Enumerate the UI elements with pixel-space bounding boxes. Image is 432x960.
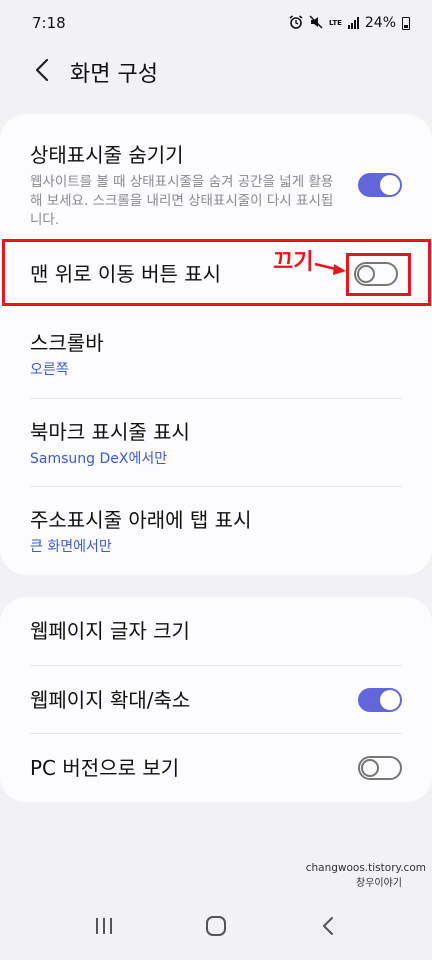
setting-scrollbar[interactable]: 스크롤바 오른쪽 <box>0 314 432 394</box>
setting-title: 상태표시줄 숨기기 <box>30 142 184 167</box>
annotation-arrow-icon <box>314 260 348 280</box>
system-back-button[interactable] <box>298 906 358 950</box>
recent-apps-icon <box>94 917 114 939</box>
navigation-bar <box>0 896 432 960</box>
watermark-name: 창우이야기 <box>356 878 402 889</box>
hide-status-bar-toggle[interactable] <box>358 173 402 197</box>
setting-pc-version[interactable]: PC 버전으로 보기 <box>0 734 432 801</box>
setting-value: Samsung DeX에서만 <box>30 450 168 467</box>
back-icon <box>322 916 334 940</box>
settings-card-display: 상태표시줄 숨기기 웹사이트를 볼 때 상태표시줄을 숨겨 공간을 넓게 활용해… <box>0 114 432 575</box>
chevron-left-icon <box>35 58 49 86</box>
signal-icon <box>347 17 359 29</box>
setting-value: 큰 화면에서만 <box>30 538 112 555</box>
setting-title: 스크롤바 <box>30 330 104 355</box>
pc-version-toggle[interactable] <box>358 755 402 780</box>
toggle-knob <box>380 175 400 195</box>
setting-title: 북마크 표시줄 표시 <box>30 419 190 444</box>
back-button[interactable] <box>18 50 66 94</box>
status-bar: 7:18 LTE 24% <box>0 0 432 46</box>
status-time: 7:18 <box>32 14 66 32</box>
setting-description: 웹사이트를 볼 때 상태표시줄을 숨겨 공간을 넓게 활용해 보세요. 스크롤을… <box>30 173 334 228</box>
battery-icon <box>402 16 410 30</box>
battery-percent: 24% <box>364 15 396 31</box>
annotation-label: 끄기 <box>273 250 314 275</box>
status-icons: LTE 24% <box>289 14 410 32</box>
setting-tabs-below-address-bar[interactable]: 주소표시줄 아래에 탭 표시 큰 화면에서만 <box>0 488 432 574</box>
settings-card-webpage: 웹페이지 글자 크기 웹페이지 확대/축소 PC 버전으로 보기 <box>0 597 432 802</box>
recent-apps-button[interactable] <box>74 906 134 950</box>
home-button[interactable] <box>186 906 246 950</box>
setting-title: PC 버전으로 보기 <box>30 755 180 780</box>
setting-text-size[interactable]: 웹페이지 글자 크기 <box>0 597 432 665</box>
setting-title: 웹페이지 확대/축소 <box>30 687 191 712</box>
divider <box>30 486 402 487</box>
alarm-icon <box>289 14 303 32</box>
watermark: changwoos.tistory.com 창우이야기 <box>306 861 426 891</box>
zoom-toggle[interactable] <box>358 687 402 712</box>
mute-icon <box>309 14 323 32</box>
setting-bookmark-bar[interactable]: 북마크 표시줄 표시 Samsung DeX에서만 <box>0 400 432 486</box>
lte-indicator: LTE <box>329 18 342 27</box>
header: 화면 구성 <box>0 50 432 94</box>
divider <box>30 398 402 399</box>
setting-zoom[interactable]: 웹페이지 확대/축소 <box>0 666 432 733</box>
setting-title: 주소표시줄 아래에 탭 표시 <box>30 507 252 532</box>
page-title: 화면 구성 <box>70 62 158 87</box>
watermark-url: changwoos.tistory.com <box>305 862 426 874</box>
setting-value: 오른쪽 <box>30 361 69 378</box>
toggle-knob <box>380 689 400 710</box>
toggle-knob <box>361 758 379 777</box>
setting-title: 웹페이지 글자 크기 <box>30 619 190 643</box>
setting-hide-status-bar[interactable]: 상태표시줄 숨기기 웹사이트를 볼 때 상태표시줄을 숨겨 공간을 넓게 활용해… <box>0 128 432 242</box>
home-icon <box>205 915 227 941</box>
annotation-highlight-toggle <box>346 253 411 296</box>
